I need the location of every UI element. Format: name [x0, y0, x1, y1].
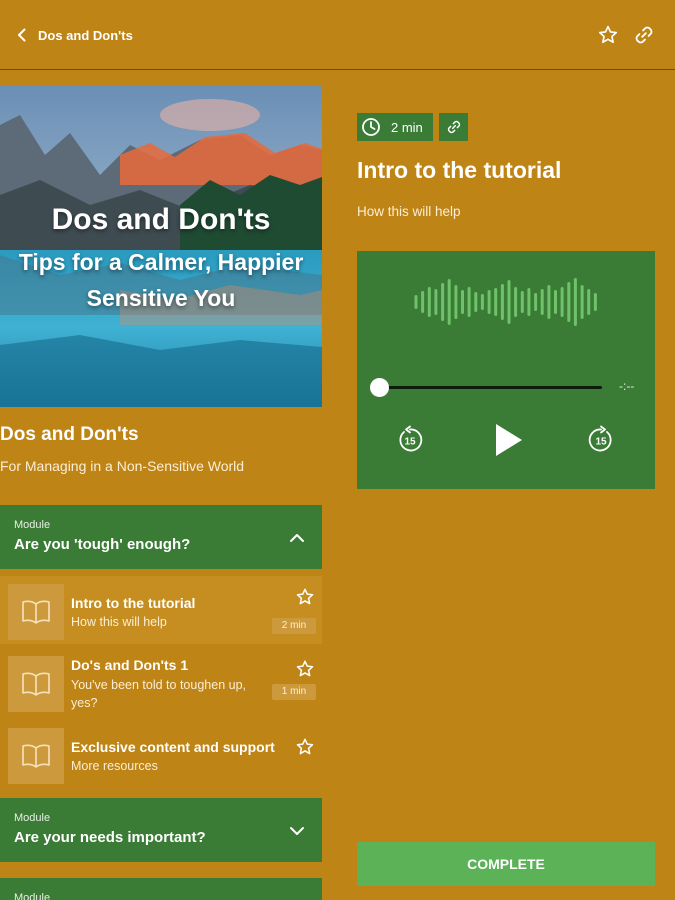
course-hero-image: Dos and Don'ts Tips for a Calmer, Happie… [0, 85, 322, 407]
progress-track[interactable] [379, 386, 602, 389]
waveform-bar [573, 278, 577, 326]
waveform-bar [527, 288, 531, 316]
play-icon[interactable] [491, 421, 525, 459]
chevron-down-icon [290, 827, 304, 835]
lesson-detail-title: Intro to the tutorial [357, 157, 562, 183]
waveform-bar [580, 285, 584, 319]
lesson-item-exclusive-content[interactable]: Exclusive content and support More resou… [0, 720, 322, 788]
chevron-left-icon [18, 28, 26, 42]
waveform-bar [514, 287, 518, 317]
waveform-bar [447, 279, 451, 325]
audio-player: -:-- 15 15 [357, 251, 655, 489]
back-button[interactable]: Dos and Don'ts [14, 24, 133, 46]
lesson-title: Do's and Don'ts 1 [71, 657, 189, 673]
module-label: Module [14, 812, 51, 824]
module-label: Module [14, 519, 51, 531]
waveform-bar [520, 291, 524, 313]
star-outline-icon[interactable] [295, 659, 315, 679]
book-icon [22, 672, 50, 696]
time-remaining: -:-- [619, 379, 635, 393]
lesson-title: Intro to the tutorial [71, 595, 196, 611]
back-label: Dos and Don'ts [38, 27, 133, 43]
module-header-2[interactable]: Module Are your needs important? [0, 798, 322, 862]
waveform-bar [587, 289, 591, 315]
hero-subtitle-line-2: Sensitive You [86, 285, 236, 311]
lesson-item-intro[interactable]: Intro to the tutorial How this will help… [0, 576, 322, 644]
waveform-bar [507, 280, 511, 324]
lesson-title: Exclusive content and support [71, 739, 275, 755]
waveform-bar [540, 289, 544, 315]
hero-subtitle-line-1: Tips for a Calmer, Happier [18, 249, 304, 275]
progress-knob[interactable] [370, 378, 389, 397]
waveform-bar [593, 293, 597, 311]
skip-back-label: 15 [404, 437, 416, 448]
lesson-duration-badge: 1 min [272, 684, 316, 700]
waveform-bar [441, 283, 445, 321]
link-icon[interactable] [633, 24, 655, 46]
top-bar: Dos and Don'ts [0, 0, 675, 70]
waveform-bar [421, 291, 425, 313]
lesson-subtitle: You've been told to toughen up, yes? [71, 678, 246, 710]
waveform-bar [494, 288, 498, 316]
module-header-1[interactable]: Module Are you 'tough' enough? [0, 505, 322, 569]
link-icon [447, 120, 460, 134]
waveform-bar [487, 290, 491, 314]
waveform-bar [567, 282, 571, 322]
book-icon [22, 744, 50, 768]
lesson-duration-badge: 2 min [272, 618, 316, 634]
waveform-bar [547, 285, 551, 319]
lesson-item-dos-and-donts-1[interactable]: Do's and Don'ts 1 You've been told to to… [0, 648, 322, 718]
waveform-bar [454, 285, 458, 319]
course-title: Dos and Don'ts [0, 424, 139, 445]
lesson-list: Intro to the tutorial How this will help… [0, 570, 322, 790]
waveform-icon [414, 278, 597, 326]
skip-forward-15-icon[interactable]: 15 [586, 425, 616, 455]
book-icon [22, 600, 50, 624]
waveform-bar [467, 287, 471, 317]
lesson-subtitle: More resources [71, 759, 158, 773]
module-title: Are you 'tough' enough? [14, 536, 191, 553]
star-outline-icon[interactable] [295, 737, 315, 757]
star-outline-icon[interactable] [295, 587, 315, 607]
chevron-up-icon [290, 534, 304, 542]
waveform-bar [560, 287, 564, 317]
skip-forward-label: 15 [595, 437, 607, 448]
copy-link-button[interactable] [439, 113, 468, 141]
waveform-bar [554, 290, 557, 314]
module-title: Are your needs important? [14, 829, 206, 846]
duration-chip: 2 min [357, 113, 433, 141]
lesson-detail-subtitle: How this will help [357, 204, 461, 219]
complete-button[interactable]: COMPLETE [357, 842, 655, 886]
module-header-3[interactable]: Module [0, 878, 322, 900]
mountain-lake-image [0, 85, 322, 407]
lesson-thumbnail [8, 656, 64, 712]
hero-title: Dos and Don'ts [51, 203, 271, 236]
waveform-bar [414, 295, 418, 309]
lesson-thumbnail [8, 584, 64, 640]
course-subtitle: For Managing in a Non-Sensitive World [0, 458, 245, 474]
waveform-bar [427, 287, 431, 317]
waveform-bar [474, 292, 478, 312]
module-label: Module [14, 892, 51, 900]
skip-back-15-icon[interactable]: 15 [395, 425, 425, 455]
waveform-bar [534, 293, 538, 311]
waveform-bar [480, 294, 484, 310]
duration-label: 2 min [391, 119, 423, 135]
clock-icon [362, 118, 380, 136]
waveform-bar [500, 284, 504, 320]
lesson-thumbnail [8, 728, 64, 784]
lesson-subtitle: How this will help [71, 615, 167, 629]
star-outline-icon[interactable] [597, 24, 619, 46]
waveform-bar [434, 289, 438, 315]
waveform-bar [461, 290, 464, 314]
